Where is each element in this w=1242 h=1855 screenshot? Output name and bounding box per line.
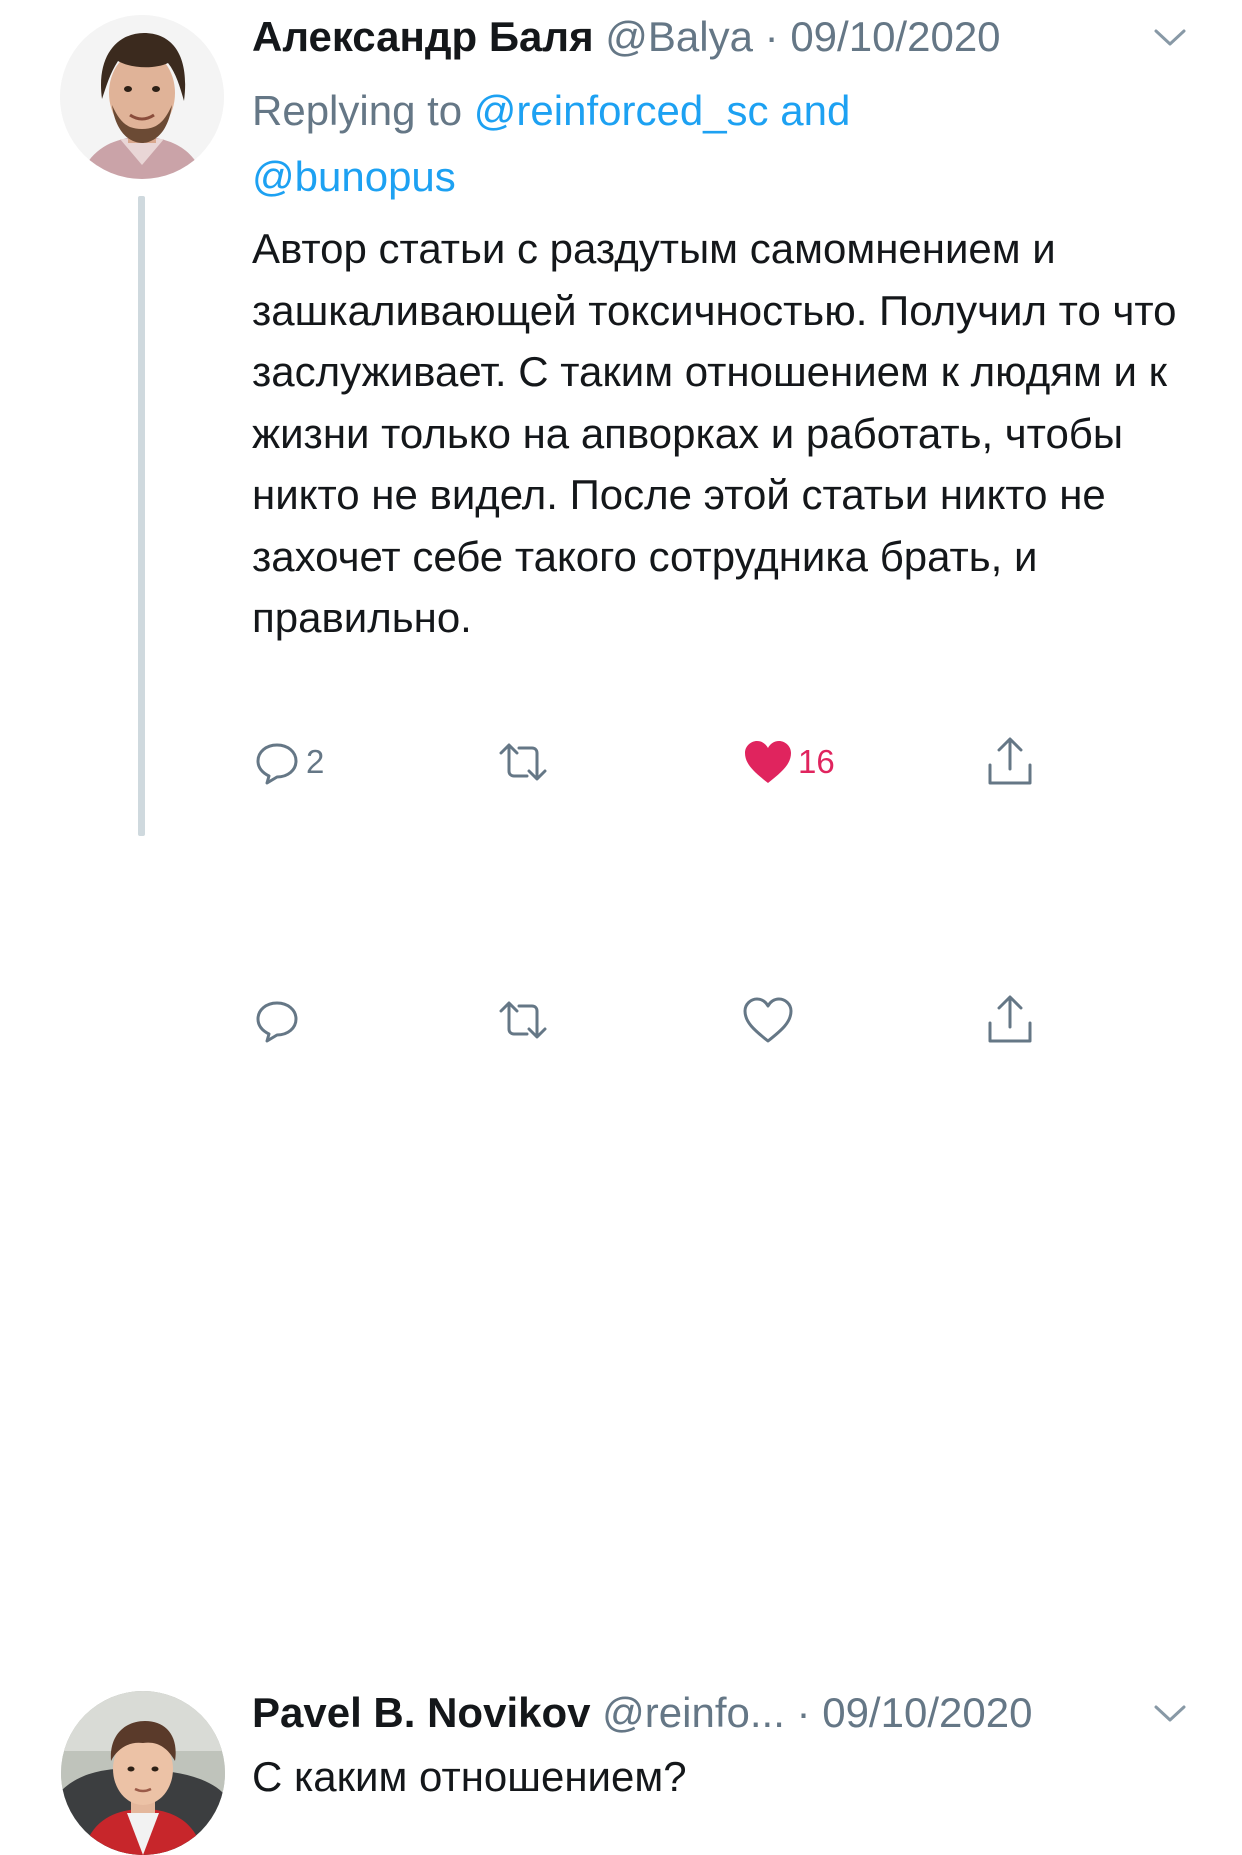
reply-icon bbox=[256, 1001, 298, 1043]
like-count: 16 bbox=[798, 743, 835, 780]
avatar[interactable] bbox=[60, 15, 224, 179]
share-icon bbox=[988, 737, 1032, 785]
retweet-button[interactable] bbox=[495, 732, 555, 792]
author-name[interactable]: Pavel B. Novikov bbox=[252, 1689, 590, 1736]
retweet-button[interactable] bbox=[495, 990, 555, 1050]
author-handle[interactable]: @Balya bbox=[605, 13, 753, 60]
avatar-photo bbox=[61, 1691, 225, 1855]
tweet-text: Автор статьи с раздутым самомнением и за… bbox=[252, 225, 1177, 641]
avatar-photo bbox=[60, 15, 224, 179]
like-button[interactable]: 16 bbox=[742, 732, 835, 792]
tweet-text: С каким отношением? bbox=[252, 1753, 687, 1800]
retweet-icon bbox=[499, 1001, 547, 1039]
share-button[interactable] bbox=[986, 732, 1034, 792]
tweet-header: Александр Баля @Balya · 09/10/2020 bbox=[252, 12, 1001, 62]
retweet-icon bbox=[499, 743, 547, 781]
separator-dot: · bbox=[796, 1689, 811, 1736]
like-button[interactable] bbox=[742, 990, 798, 1050]
reply-count: 2 bbox=[306, 743, 325, 780]
author-name[interactable]: Александр Баля bbox=[252, 13, 594, 60]
tweet-actions: 2 16 bbox=[0, 732, 1242, 792]
chevron-down-icon[interactable] bbox=[1152, 26, 1188, 50]
mention-link[interactable]: @bunopus bbox=[252, 153, 456, 200]
mention-link[interactable]: @reinforced_sc bbox=[474, 87, 769, 134]
replying-prefix: Replying to bbox=[252, 87, 463, 134]
tweet[interactable]: Александр Баля @Balya · 09/10/2020 Reply… bbox=[0, 0, 1242, 840]
chevron-down-icon[interactable] bbox=[1152, 1702, 1188, 1726]
share-icon bbox=[988, 995, 1032, 1043]
reply-icon bbox=[256, 743, 298, 785]
heart-icon bbox=[743, 997, 793, 1043]
mention-and[interactable]: and bbox=[780, 87, 850, 134]
separator-dot: · bbox=[764, 13, 779, 60]
reply-button[interactable]: 2 bbox=[252, 732, 324, 792]
tweet-date[interactable]: 09/10/2020 bbox=[822, 1689, 1032, 1736]
tweet-header: Pavel B. Novikov @reinfo... · 09/10/2020 bbox=[252, 1688, 1032, 1738]
author-handle[interactable]: @reinfo... bbox=[602, 1689, 785, 1736]
reply-button[interactable] bbox=[252, 990, 306, 1050]
tweet-actions bbox=[0, 990, 1242, 1050]
tweet-date[interactable]: 09/10/2020 bbox=[790, 13, 1000, 60]
avatar[interactable] bbox=[61, 1691, 225, 1855]
share-button[interactable] bbox=[986, 990, 1034, 1050]
heart-icon bbox=[745, 741, 791, 783]
replying-to: Replying to @reinforced_sc and @bunopus bbox=[252, 78, 1152, 210]
